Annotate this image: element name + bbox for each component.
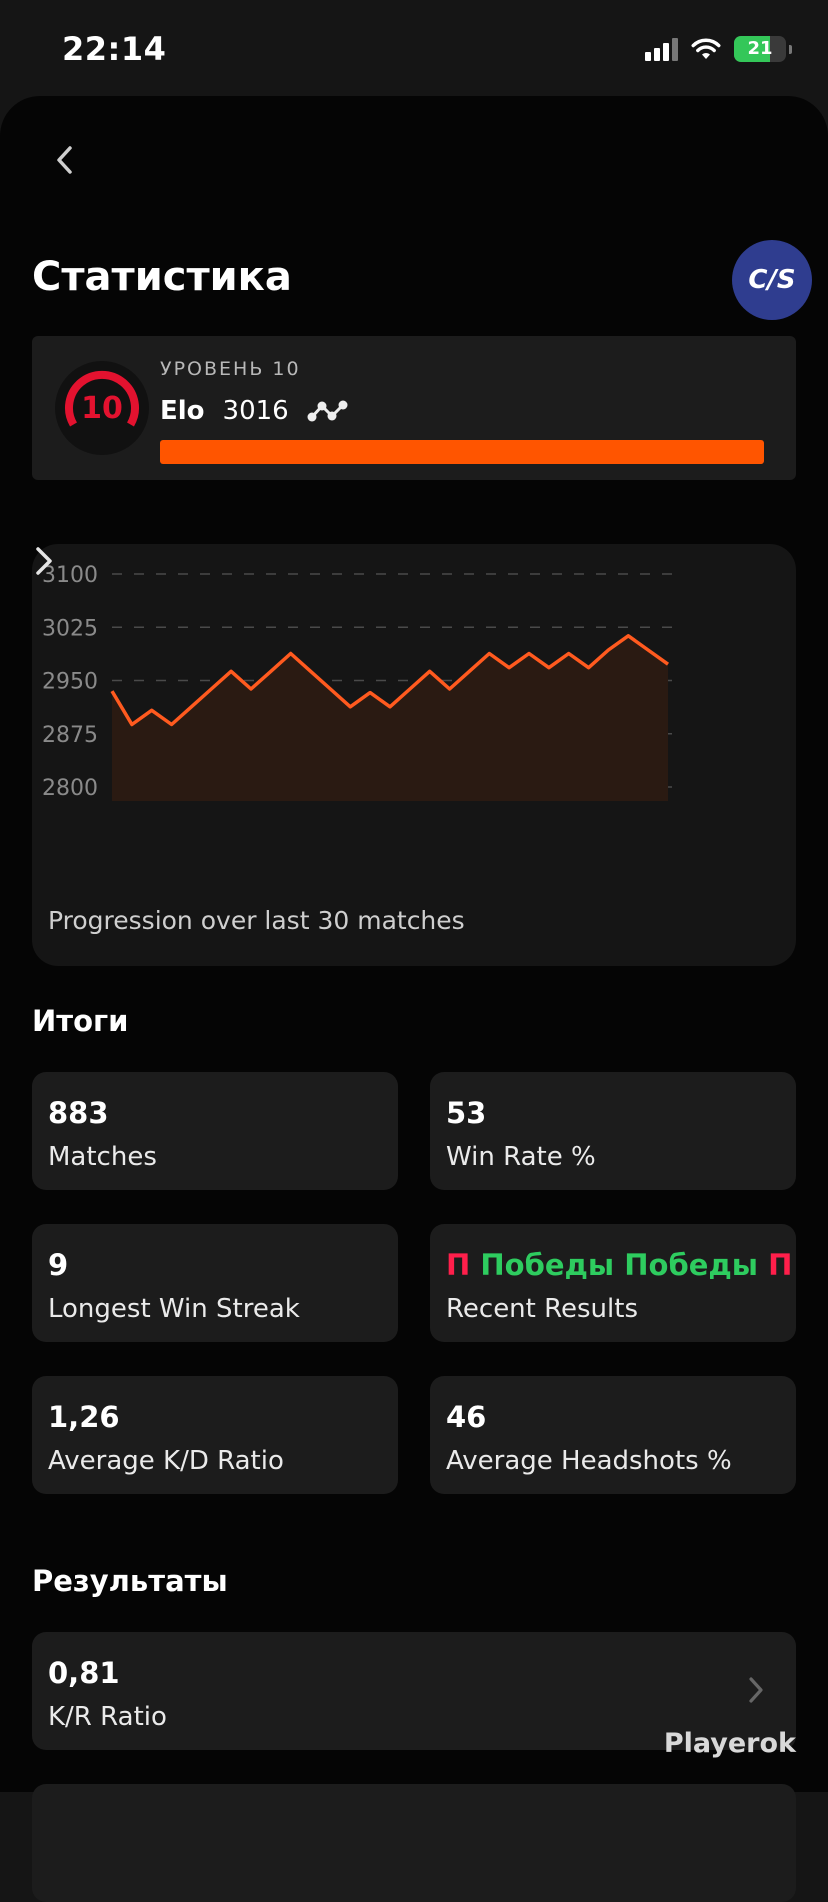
result-row-next[interactable]: [32, 1784, 796, 1902]
watermark: Playerok: [664, 1728, 796, 1759]
result-value: 0,81: [48, 1656, 120, 1690]
level-card: 10 УРОВЕНЬ 10 Elo 3016: [32, 336, 796, 480]
stat-kd-ratio: 1,26 Average K/D Ratio: [32, 1376, 398, 1494]
stat-value: 53: [446, 1096, 486, 1130]
status-bar: 22:14 21: [0, 0, 828, 96]
y-tick-label: 2950: [42, 670, 98, 695]
stat-matches: 883 Matches: [32, 1072, 398, 1190]
results-title: Результаты: [32, 1564, 228, 1598]
stat-headshots: 46 Average Headshots %: [430, 1376, 796, 1494]
stat-label: Longest Win Streak: [48, 1294, 300, 1324]
status-time: 22:14: [62, 30, 166, 68]
level-label: УРОВЕНЬ 10: [160, 358, 301, 380]
chevron-left-icon: [55, 145, 73, 175]
result-win: Победы: [480, 1248, 614, 1282]
back-button[interactable]: [46, 134, 82, 186]
status-icons: 21: [645, 36, 792, 62]
elo-value: 3016: [223, 396, 289, 426]
result-win: Победы: [624, 1248, 758, 1282]
game-logo[interactable]: C/S: [732, 240, 812, 320]
elo-row: Elo 3016: [160, 396, 349, 426]
stat-label: Recent Results: [446, 1294, 638, 1324]
y-tick-label: 2800: [42, 776, 98, 801]
elo-progress-fill: [160, 440, 764, 464]
stat-label: Average Headshots %: [446, 1446, 732, 1476]
stat-longest-win-streak: 9 Longest Win Streak: [32, 1224, 398, 1342]
stat-value: 883: [48, 1096, 109, 1130]
recent-results-list: П Победы Победы П П: [446, 1248, 796, 1282]
summary-title: Итоги: [32, 1004, 128, 1038]
level-badge: 10: [54, 360, 150, 456]
chart-caption: Progression over last 30 matches: [48, 906, 465, 935]
battery-icon: 21: [734, 36, 786, 62]
result-label: K/R Ratio: [48, 1702, 167, 1732]
stat-label: Win Rate %: [446, 1142, 596, 1172]
stat-label: Matches: [48, 1142, 157, 1172]
level-badge-number: 10: [81, 391, 123, 426]
battery-nub: [789, 45, 792, 54]
result-loss: П: [446, 1248, 470, 1282]
stat-value: 9: [48, 1248, 68, 1282]
elo-progress-bar: [160, 440, 764, 464]
stat-label: Average K/D Ratio: [48, 1446, 284, 1476]
elo-chart: 31003025295028752800: [32, 544, 796, 894]
battery-level: 21: [734, 36, 786, 62]
result-loss: П: [768, 1248, 792, 1282]
stat-value: 46: [446, 1400, 486, 1434]
trend-icon: [307, 399, 349, 423]
cellular-signal-icon: [645, 37, 678, 61]
stat-recent-results: П Победы Победы П П Recent Results: [430, 1224, 796, 1342]
chart-area: [112, 636, 668, 801]
stat-value: 1,26: [48, 1400, 120, 1434]
stat-win-rate: 53 Win Rate %: [430, 1072, 796, 1190]
chevron-right-icon: [32, 544, 56, 578]
y-tick-label: 2875: [42, 723, 98, 748]
y-tick-label: 3025: [42, 616, 98, 641]
chevron-right-icon: [746, 1674, 766, 1706]
elo-label: Elo: [160, 396, 205, 426]
wifi-icon: [690, 37, 722, 61]
page-title: Статистика: [32, 254, 292, 300]
elo-chart-card[interactable]: 31003025295028752800 Progression over la…: [32, 544, 796, 966]
